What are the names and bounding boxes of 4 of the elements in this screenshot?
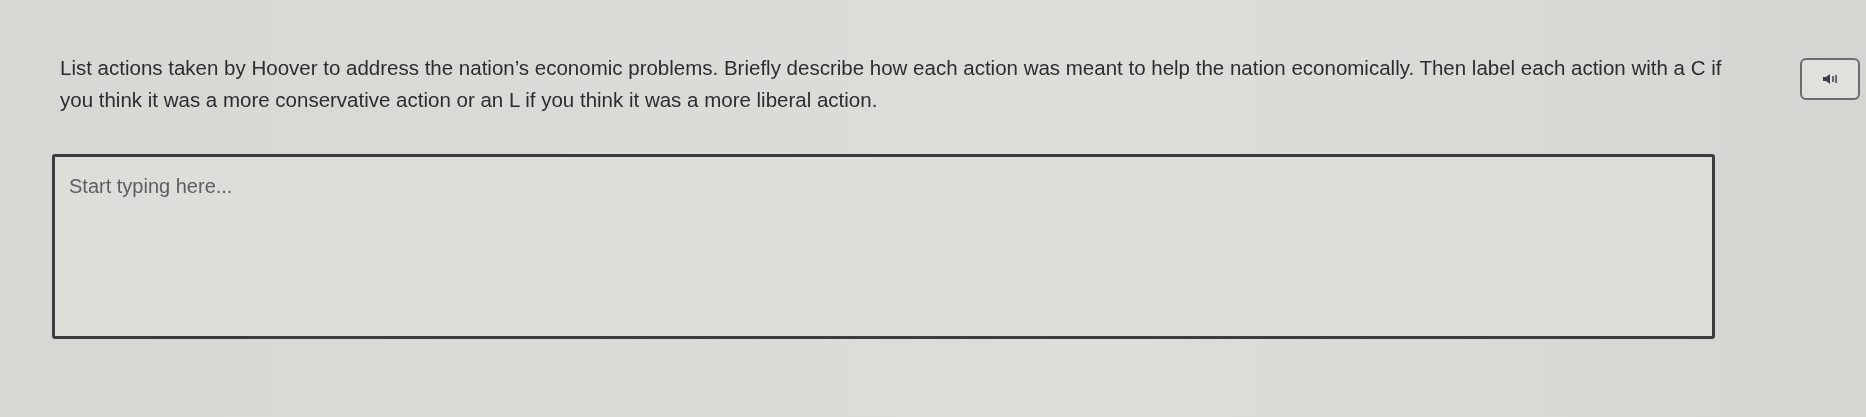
speaker-icon [1822, 73, 1838, 85]
audio-button[interactable] [1800, 58, 1860, 100]
question-text: List actions taken by Hoover to address the nation’s economic problems. Briefly describe how each action was meant to help the nation economically. Then label each action with a C if you think it was a more conservative action or an L if you think it was a more liberal action. [60, 55, 1723, 113]
answer-field[interactable]: Start typing here... [52, 154, 1715, 339]
